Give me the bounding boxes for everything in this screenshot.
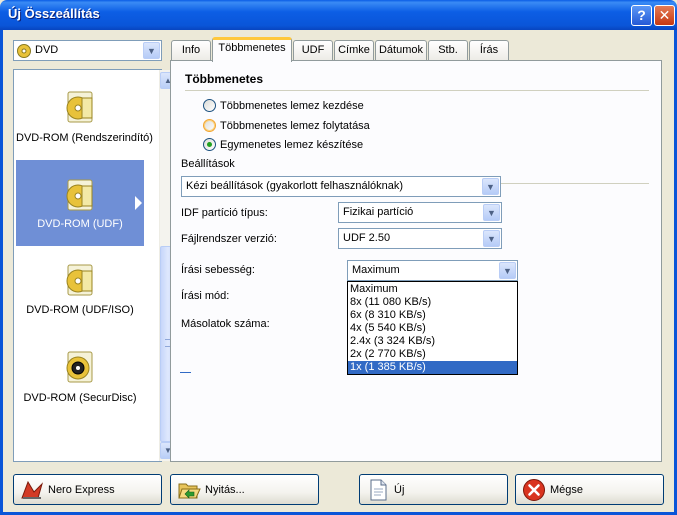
nero-express-button[interactable]: Nero Express [13, 474, 162, 505]
cancel-icon [523, 479, 545, 501]
cancel-button[interactable]: Mégse [515, 474, 664, 505]
radio-single-session[interactable]: Egymenetes lemez készítése [203, 138, 363, 151]
divider [185, 90, 649, 91]
speed-option-4x[interactable]: 4x (5 540 KB/s) [348, 322, 517, 335]
chevron-down-icon[interactable]: ▼ [499, 262, 516, 279]
tab-info[interactable]: Info [171, 40, 211, 61]
button-label: Új [394, 484, 405, 496]
list-item-label: DVD-ROM (Rendszerindító) [16, 132, 153, 144]
speed-option-maximum[interactable]: Maximum [348, 283, 517, 296]
chevron-down-icon[interactable]: ▼ [483, 230, 500, 247]
speed-option-2-4x[interactable]: 2.4x (3 324 KB/s) [348, 335, 517, 348]
dvd-udf-iso-icon [66, 264, 93, 296]
speed-option-6x[interactable]: 6x (8 310 KB/s) [348, 309, 517, 322]
title-bar: Új Összeállítás ? ✕ [0, 0, 677, 30]
chevron-down-icon[interactable]: ▼ [483, 204, 500, 221]
help-button[interactable]: ? [631, 5, 652, 26]
idf-partition-value: Fizikai partíció [343, 206, 414, 218]
selection-arrow-icon [135, 196, 142, 210]
speed-option-1x[interactable]: 1x (1 385 KB/s) [348, 361, 517, 374]
window-title: Új Összeállítás [8, 6, 100, 21]
dvd-securdisc-icon [66, 351, 93, 383]
tab-panel: Többmenetes Többmenetes lemez kezdése Tö… [170, 60, 662, 462]
list-item-label: DVD-ROM (UDF) [37, 218, 123, 230]
list-item-dvd-rom-udf-iso[interactable]: DVD-ROM (UDF/ISO) [16, 248, 144, 334]
tab-label[interactable]: Címke [334, 40, 374, 61]
dvd-udf-icon [66, 179, 93, 211]
nero-express-icon [21, 480, 44, 499]
dvd-boot-icon [66, 91, 93, 123]
fs-version-select[interactable]: UDF 2.50 ▼ [338, 228, 502, 249]
disc-type-value: DVD [35, 44, 59, 56]
speed-option-8x[interactable]: 8x (11 080 KB/s) [348, 296, 517, 309]
new-document-icon [370, 479, 387, 501]
list-item-label: DVD-ROM (UDF/ISO) [26, 304, 134, 316]
preset-select[interactable]: Kézi beállítások (gyakorlott felhasználó… [181, 176, 501, 197]
compilation-list: DVD-ROM (Rendszerindító) DVD-ROM (UDF) D… [13, 69, 176, 462]
list-item-label: DVD-ROM (SecurDisc) [23, 392, 137, 404]
section-title: Többmenetes [185, 72, 264, 86]
button-label: Mégse [550, 484, 584, 496]
speed-option-2x[interactable]: 2x (2 770 KB/s) [348, 348, 517, 361]
write-speed-value: Maximum [352, 264, 400, 276]
write-speed-dropdown[interactable]: Maximum 8x (11 080 KB/s) 6x (8 310 KB/s)… [347, 281, 518, 375]
radio-continue-multisession[interactable]: Többmenetes lemez folytatása [203, 119, 370, 132]
chevron-down-icon[interactable]: ▼ [482, 178, 499, 195]
preset-value: Kézi beállítások (gyakorlott felhasználó… [186, 180, 404, 192]
focus-mark [180, 372, 191, 373]
radio-label: Egymenetes lemez készítése [220, 139, 364, 151]
idf-partition-label: IDF partíció típus: [181, 207, 268, 219]
chevron-down-icon[interactable]: ▼ [143, 42, 160, 59]
button-label: Nyitás... [205, 484, 245, 496]
radio-start-multisession[interactable]: Többmenetes lemez kezdése [203, 99, 364, 112]
tab-multisession[interactable]: Többmenetes [212, 37, 292, 62]
close-button[interactable]: ✕ [654, 5, 675, 26]
write-speed-select[interactable]: Maximum ▼ [347, 260, 518, 281]
button-label: Nero Express [48, 484, 115, 496]
folder-open-icon [178, 483, 201, 499]
fs-version-value: UDF 2.50 [343, 232, 391, 244]
radio-icon [203, 138, 216, 151]
write-mode-label: Írási mód: [181, 290, 230, 302]
tab-burn[interactable]: Írás [469, 40, 509, 61]
dvd-disc-icon [17, 44, 31, 58]
disc-type-select[interactable]: DVD ▼ [13, 40, 162, 61]
tab-dates[interactable]: Dátumok [375, 40, 427, 61]
list-item-dvd-rom-udf[interactable]: DVD-ROM (UDF) [16, 160, 144, 246]
radio-label: Többmenetes lemez folytatása [220, 120, 370, 132]
open-button[interactable]: Nyitás... [170, 474, 319, 505]
tab-misc[interactable]: Stb. [428, 40, 468, 61]
radio-icon [203, 99, 216, 112]
settings-group-title: Beállítások [181, 158, 235, 170]
write-speed-label: Írási sebesség: [181, 264, 255, 276]
radio-label: Többmenetes lemez kezdése [220, 100, 364, 112]
fs-version-label: Fájlrendszer verzió: [181, 233, 277, 245]
new-button[interactable]: Új [359, 474, 508, 505]
tab-udf[interactable]: UDF [293, 40, 333, 61]
idf-partition-select[interactable]: Fizikai partíció ▼ [338, 202, 502, 223]
list-item-dvd-rom-securdisc[interactable]: DVD-ROM (SecurDisc) [16, 336, 144, 422]
radio-icon [203, 119, 216, 132]
copies-label: Másolatok száma: [181, 318, 270, 330]
list-item-dvd-rom-boot[interactable]: DVD-ROM (Rendszerindító) [16, 72, 153, 158]
